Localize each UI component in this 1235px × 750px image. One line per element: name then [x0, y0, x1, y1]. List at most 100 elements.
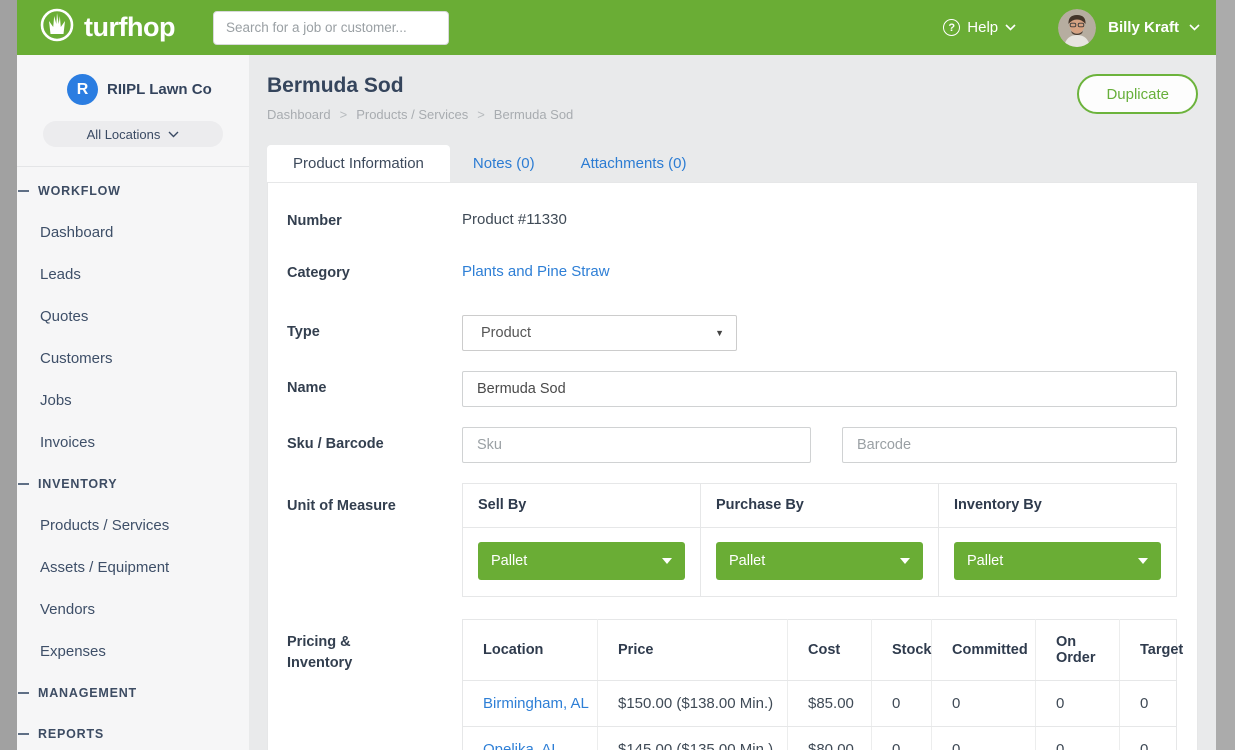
sidebar-nav: WORKFLOW Dashboard Leads Quotes Customer… — [17, 167, 249, 750]
dropdown-caret-icon — [900, 558, 910, 564]
price-cell: $145.00 ($135.00 Min.) — [598, 726, 788, 750]
help-label: Help — [967, 19, 998, 36]
sell-by-select[interactable]: Pallet — [478, 542, 685, 580]
target-cell: 0 — [1120, 680, 1177, 726]
col-location: Location — [463, 619, 598, 680]
sidebar-item-products-services[interactable]: Products / Services — [17, 504, 249, 546]
global-search-input[interactable] — [213, 11, 449, 45]
breadcrumb-products-services[interactable]: Products / Services — [356, 107, 468, 122]
section-dash-icon — [18, 190, 29, 192]
chevron-down-icon — [1005, 24, 1016, 31]
table-row-opelika: Opelika, AL $145.00 ($135.00 Min.) $80.0… — [463, 726, 1177, 750]
user-chevron-down-icon[interactable] — [1189, 24, 1200, 31]
inventory-by-select[interactable]: Pallet — [954, 542, 1161, 580]
chevron-down-icon — [168, 131, 179, 138]
tab-attachments[interactable]: Attachments (0) — [558, 145, 710, 182]
page-header: Bermuda Sod Dashboard > Products / Servi… — [267, 55, 1198, 122]
window-edge-left — [0, 0, 17, 750]
company-header: R RIIPL Lawn Co — [17, 55, 249, 105]
nav-section-workflow[interactable]: WORKFLOW — [17, 170, 249, 211]
type-label: Type — [287, 322, 462, 344]
price-cell: $150.00 ($138.00 Min.) — [598, 680, 788, 726]
dropdown-caret-icon — [662, 558, 672, 564]
form-row-sku-barcode: Sku / Barcode — [287, 427, 1177, 463]
tab-bar: Product Information Notes (0) Attachment… — [267, 145, 1198, 182]
inventory-by-header: Inventory By — [939, 484, 1176, 528]
name-input[interactable] — [462, 371, 1177, 407]
breadcrumb: Dashboard > Products / Services > Bermud… — [267, 107, 1198, 122]
sidebar-item-expenses[interactable]: Expenses — [17, 630, 249, 672]
product-information-panel: Number Product #11330 Category Plants an… — [267, 182, 1198, 750]
cost-cell: $80.00 — [788, 726, 872, 750]
page-title: Bermuda Sod — [267, 74, 1198, 98]
sidebar-item-dashboard[interactable]: Dashboard — [17, 211, 249, 253]
user-name[interactable]: Billy Kraft — [1108, 19, 1179, 36]
sidebar-item-jobs[interactable]: Jobs — [17, 379, 249, 421]
pricing-inventory-table: Location Price Cost Stock Committed On O… — [462, 619, 1177, 750]
type-select-value: Product — [481, 325, 531, 341]
breadcrumb-dashboard[interactable]: Dashboard — [267, 107, 331, 122]
select-caret-icon: ▼ — [715, 328, 724, 338]
col-cost: Cost — [788, 619, 872, 680]
scrollbar-right[interactable] — [1216, 0, 1235, 750]
section-dash-icon — [18, 733, 29, 735]
brand-logo[interactable]: turfhop — [39, 7, 175, 48]
on-order-cell: 0 — [1036, 680, 1120, 726]
cost-cell: $85.00 — [788, 680, 872, 726]
purchase-by-header: Purchase By — [701, 484, 938, 528]
col-stock: Stock — [872, 619, 932, 680]
nav-section-inventory[interactable]: INVENTORY — [17, 463, 249, 504]
category-label: Category — [287, 263, 462, 285]
section-dash-icon — [18, 692, 29, 694]
committed-cell: 0 — [932, 726, 1036, 750]
pricing-table-header-row: Location Price Cost Stock Committed On O… — [463, 619, 1177, 680]
committed-cell: 0 — [932, 680, 1036, 726]
form-row-pricing-inventory: Pricing & Inventory Location Price Cost … — [287, 619, 1177, 750]
brand-name: turfhop — [84, 12, 175, 43]
location-link[interactable]: Opelika, AL — [463, 726, 598, 750]
company-badge: R — [67, 74, 98, 105]
name-label: Name — [287, 378, 462, 400]
unit-of-measure-table: Sell By Pallet Purchase By — [462, 483, 1177, 597]
pricing-inventory-label: Pricing & Inventory — [287, 619, 397, 676]
form-row-name: Name — [287, 371, 1177, 407]
user-avatar[interactable] — [1058, 9, 1096, 47]
top-navbar: turfhop ? Help — [17, 0, 1216, 55]
location-link[interactable]: Birmingham, AL — [463, 680, 598, 726]
category-link[interactable]: Plants and Pine Straw — [462, 263, 1177, 285]
turfhop-grass-icon — [39, 7, 75, 48]
sidebar-item-invoices[interactable]: Invoices — [17, 421, 249, 463]
on-order-cell: 0 — [1036, 726, 1120, 750]
unit-of-measure-label: Unit of Measure — [287, 483, 462, 518]
help-menu[interactable]: ? Help — [943, 19, 1016, 36]
sidebar-item-vendors[interactable]: Vendors — [17, 588, 249, 630]
sidebar-item-assets-equipment[interactable]: Assets / Equipment — [17, 546, 249, 588]
sku-input[interactable] — [462, 427, 811, 463]
target-cell: 0 — [1120, 726, 1177, 750]
tab-product-information[interactable]: Product Information — [267, 145, 450, 182]
location-filter-dropdown[interactable]: All Locations — [43, 121, 223, 147]
purchase-by-select[interactable]: Pallet — [716, 542, 923, 580]
nav-section-reports[interactable]: REPORTS — [17, 713, 249, 750]
tab-notes[interactable]: Notes (0) — [450, 145, 558, 182]
help-question-icon: ? — [943, 19, 960, 36]
stock-cell: 0 — [872, 680, 932, 726]
sku-barcode-label: Sku / Barcode — [287, 434, 462, 456]
sidebar-item-customers[interactable]: Customers — [17, 337, 249, 379]
number-label: Number — [287, 211, 462, 233]
table-row-birmingham: Birmingham, AL $150.00 ($138.00 Min.) $8… — [463, 680, 1177, 726]
form-row-type: Type Product ▼ — [287, 315, 1177, 351]
sidebar-item-quotes[interactable]: Quotes — [17, 295, 249, 337]
nav-section-management[interactable]: MANAGEMENT — [17, 672, 249, 713]
sidebar: R RIIPL Lawn Co All Locations WORKFLOW D… — [17, 55, 249, 750]
form-row-category: Category Plants and Pine Straw — [287, 263, 1177, 285]
form-row-unit-of-measure: Unit of Measure Sell By Pallet — [287, 483, 1177, 597]
breadcrumb-separator: > — [477, 107, 485, 122]
type-select[interactable]: Product ▼ — [462, 315, 737, 351]
col-committed: Committed — [932, 619, 1036, 680]
app-window: turfhop ? Help — [17, 0, 1216, 750]
company-name: RIIPL Lawn Co — [107, 81, 212, 98]
duplicate-button[interactable]: Duplicate — [1077, 74, 1198, 114]
sidebar-item-leads[interactable]: Leads — [17, 253, 249, 295]
barcode-input[interactable] — [842, 427, 1177, 463]
